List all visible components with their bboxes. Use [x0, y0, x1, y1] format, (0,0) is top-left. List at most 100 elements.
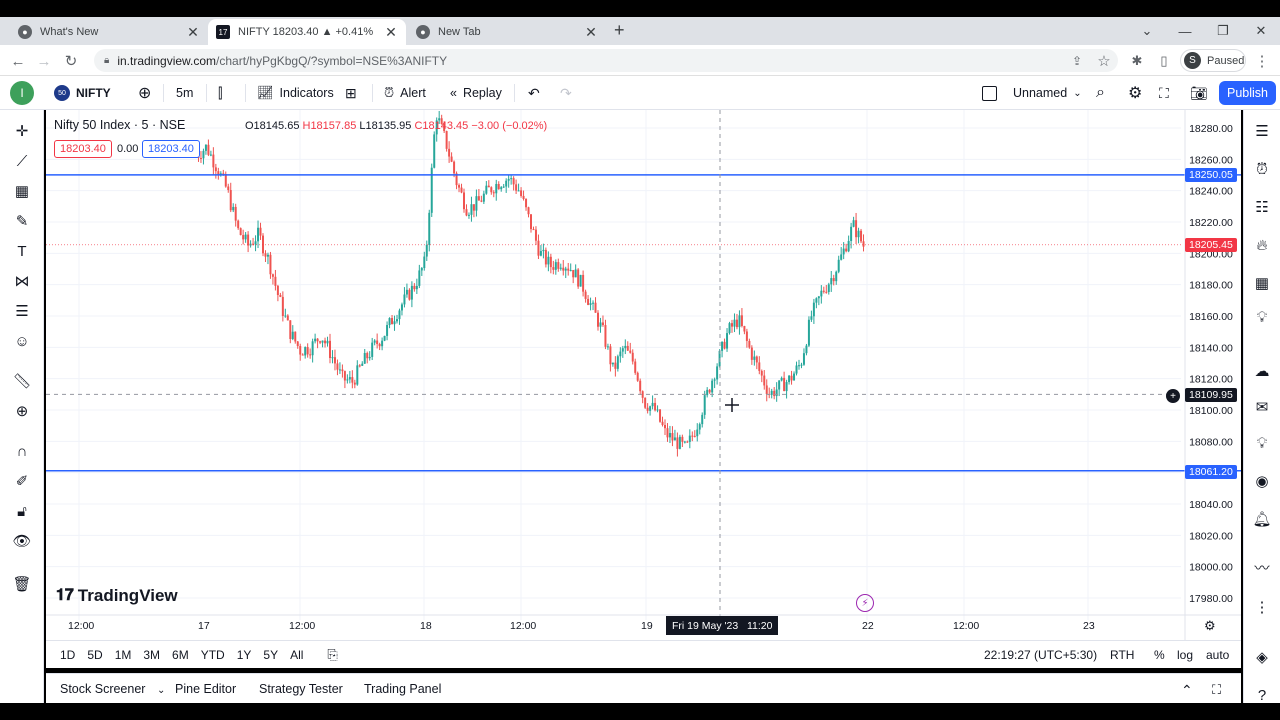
auto-scale-toggle[interactable]: auto [1206, 648, 1229, 662]
candle-body [661, 421, 664, 425]
hotlists-flame-icon[interactable]: 🔥︎ [1250, 233, 1274, 257]
tips-bulb-icon[interactable]: 💡︎ [1250, 431, 1274, 455]
interval-button[interactable]: 5m [172, 80, 197, 106]
chart-pane[interactable]: 18280.00 18260.00 18240.00 18220.00 18200.00… [46, 110, 1241, 640]
back-icon[interactable]: ← [7, 50, 29, 72]
reload-icon[interactable]: ↻ [60, 50, 82, 72]
candle-body [574, 269, 577, 278]
range-button-6m[interactable]: 6M [166, 648, 195, 662]
tab-search-icon[interactable]: ⌄ [1128, 17, 1166, 45]
bid-price-box[interactable]: 18203.40 [54, 140, 112, 158]
log-scale-toggle[interactable]: log [1177, 648, 1193, 662]
tab-trading-panel[interactable]: Trading Panel [364, 682, 441, 696]
notifications-bell-icon[interactable]: 🔔︎ [1250, 507, 1274, 531]
clock-label[interactable]: 22:19:27 (UTC+5:30) [984, 648, 1097, 662]
publish-button[interactable]: Publish [1219, 81, 1276, 105]
ruler-icon[interactable]: 📏︎ [10, 369, 34, 393]
add-alert-plus-icon[interactable]: + [1166, 389, 1180, 403]
messages-icon[interactable]: ✉ [1250, 395, 1274, 419]
extensions-icon[interactable]: ✱ [1126, 50, 1148, 72]
share-icon[interactable]: ⇪ [1066, 50, 1088, 72]
magnet-icon[interactable]: ∩ [10, 439, 34, 463]
emoji-icon[interactable]: ☺ [10, 329, 34, 353]
settings-gear-icon[interactable]: ⚙ [1124, 80, 1146, 106]
user-avatar[interactable]: I [10, 81, 34, 105]
replay-button[interactable]: « Replay [446, 80, 506, 106]
range-button-5y[interactable]: 5Y [257, 648, 284, 662]
ideas-bulb-icon[interactable]: 💡︎ [1250, 305, 1274, 329]
tab-stock-screener[interactable]: Stock Screener ⌄ [60, 682, 165, 696]
lock-drawing-pencil-icon[interactable]: ✐ [10, 469, 34, 493]
profile-button[interactable]: S Paused [1180, 49, 1246, 72]
close-tab-icon[interactable]: ✕ [584, 24, 598, 41]
crosshair-icon[interactable]: ✛ [10, 119, 34, 143]
maximize-icon[interactable]: ❐ [1204, 17, 1242, 45]
maximize-panel-icon[interactable]: ⛶ [1212, 682, 1221, 698]
undo-icon[interactable]: ↶ [524, 80, 544, 106]
percent-scale-toggle[interactable]: % [1154, 648, 1165, 662]
fib-grid-icon[interactable]: ▦ [10, 179, 34, 203]
quick-search-icon[interactable]: ⌕ [1092, 80, 1109, 106]
layout-button[interactable]: Unnamed ⌄ [978, 80, 1086, 106]
tab-strategy-tester[interactable]: Strategy Tester [259, 682, 343, 696]
layers-icon[interactable]: ◈ [1250, 645, 1274, 669]
zoom-in-icon[interactable]: ⊕ [10, 399, 34, 423]
snapshot-camera-icon[interactable]: 📷︎ [1186, 80, 1212, 106]
trend-line-icon[interactable]: ⟋ [10, 149, 34, 173]
text-icon[interactable]: T [10, 239, 34, 263]
price-chart[interactable]: 18280.0018260.0018240.0018220.0018200.00… [46, 110, 1241, 640]
redo-icon[interactable]: ↷ [556, 80, 576, 106]
fullscreen-icon[interactable]: ⛶ [1155, 80, 1173, 106]
range-button-ytd[interactable]: YTD [195, 648, 231, 662]
browser-tab-whats-new[interactable]: ● What's New ✕ [10, 19, 208, 45]
close-tab-icon[interactable]: ✕ [384, 24, 398, 41]
browser-tab-nifty[interactable]: 17 NIFTY 18203.40 ▲ +0.41% Unna ✕ [208, 19, 406, 45]
symbol-search-button[interactable]: 50 NIFTY [50, 80, 115, 106]
templates-grid-icon[interactable]: ⊞ [341, 80, 361, 106]
watchlist-icon[interactable]: ☰ [1250, 119, 1274, 143]
trash-icon[interactable]: 🗑︎ [10, 572, 34, 596]
go-to-date-icon[interactable]: ⚙ [1204, 618, 1216, 634]
side-panel-icon[interactable]: ▯ [1153, 50, 1175, 72]
minimize-icon[interactable]: — [1166, 17, 1204, 45]
close-tab-icon[interactable]: ✕ [186, 24, 200, 41]
new-tab-button[interactable]: + [614, 20, 625, 41]
order-panel-icon[interactable]: ⋮ [1250, 595, 1274, 619]
compare-add-symbol-button[interactable]: ⊕ [134, 80, 155, 106]
date-range-icon[interactable]: ⎘ [327, 647, 337, 663]
forward-icon[interactable]: → [33, 50, 55, 72]
url-field[interactable]: 🔒︎ in.tradingview.com /chart/hyPgKbgQ/?s… [94, 49, 1118, 72]
browser-menu-icon[interactable]: ⋮ [1251, 50, 1273, 72]
range-button-3m[interactable]: 3M [137, 648, 166, 662]
chart-type-candles-icon[interactable]: ⫿ [214, 80, 226, 106]
alert-button[interactable]: ⏰︎ Alert [380, 80, 430, 106]
collapse-panel-icon[interactable]: ⌃ [1181, 682, 1193, 699]
indicators-button[interactable]: 📈︎ Indicators [253, 80, 338, 106]
bookmark-star-icon[interactable]: ☆ [1093, 50, 1115, 72]
tab-pine-editor[interactable]: Pine Editor [175, 682, 236, 696]
brush-icon[interactable]: ✎ [10, 209, 34, 233]
data-window-icon[interactable]: ☷ [1250, 195, 1274, 219]
range-button-1y[interactable]: 1Y [231, 648, 258, 662]
trend-icon[interactable]: 〰 [1250, 555, 1274, 579]
chats-icon[interactable]: ☁ [1250, 359, 1274, 383]
range-button-1d[interactable]: 1D [54, 648, 81, 662]
lock-icon[interactable]: 🔓︎ [10, 499, 34, 523]
range-button-1m[interactable]: 1M [109, 648, 138, 662]
close-window-icon[interactable]: ✕ [1242, 17, 1280, 45]
browser-tab-new-tab[interactable]: ● New Tab ✕ [408, 19, 606, 45]
pattern-icon[interactable]: ⋈ [10, 269, 34, 293]
alerts-clock-icon[interactable]: ⏰︎ [1250, 157, 1274, 181]
range-button-all[interactable]: All [284, 648, 309, 662]
eye-icon[interactable]: 👁︎ [10, 529, 34, 553]
candle-body [482, 193, 485, 202]
lightning-event-icon[interactable]: ⚡︎ [856, 594, 874, 612]
calendar-icon[interactable]: ▦ [1250, 271, 1274, 295]
candle-body [472, 204, 475, 211]
session-label[interactable]: RTH [1110, 648, 1134, 662]
series-legend-title[interactable]: Nifty 50 Index · 5 · NSE [54, 118, 185, 132]
prediction-icon[interactable]: ☰ [10, 299, 34, 323]
ask-price-box[interactable]: 18203.40 [142, 140, 200, 158]
streams-icon[interactable]: ◉ [1250, 469, 1274, 493]
range-button-5d[interactable]: 5D [81, 648, 108, 662]
